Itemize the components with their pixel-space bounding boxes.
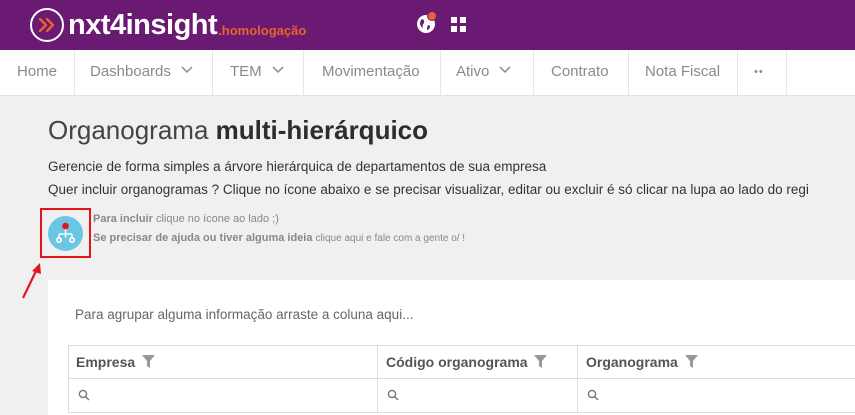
search-icon[interactable] <box>387 389 399 401</box>
nav-nota-fiscal[interactable]: Nota Fiscal <box>645 50 720 96</box>
nav-movimentacao[interactable]: Movimentação <box>322 50 420 96</box>
search-icon[interactable] <box>78 389 90 401</box>
nav-home[interactable]: Home <box>17 50 57 96</box>
column-divider <box>577 345 578 413</box>
main-nav: Home Dashboards TEM Movimentação Ativo C… <box>0 50 855 96</box>
chevron-down-icon <box>272 66 284 74</box>
grid-filter-row <box>68 379 855 413</box>
add-organogram-button[interactable] <box>48 216 83 251</box>
group-panel-hint: Para agrupar alguma informação arraste a… <box>75 307 414 322</box>
org-chart-icon <box>56 222 75 243</box>
filter-icon[interactable] <box>142 355 156 368</box>
page-description: Gerencie de forma simples a árvore hierá… <box>48 159 547 174</box>
chevron-double-right-icon <box>30 8 64 42</box>
notification-badge <box>427 11 437 21</box>
nav-divider <box>440 50 441 96</box>
nav-divider <box>737 50 738 96</box>
nav-divider <box>74 50 75 96</box>
nav-divider <box>628 50 629 96</box>
nav-more[interactable]: •• <box>754 50 764 96</box>
nav-divider <box>212 50 213 96</box>
nav-dashboards[interactable]: Dashboards <box>90 50 193 96</box>
nav-divider <box>303 50 304 96</box>
top-bar: nxt4insight .homologação <box>0 0 855 50</box>
column-header-organograma[interactable]: Organograma <box>586 354 698 370</box>
apps-grid-icon[interactable] <box>451 17 466 32</box>
brand-environment: .homologação <box>218 22 307 38</box>
nav-divider <box>533 50 534 96</box>
nav-ativo[interactable]: Ativo <box>456 50 511 96</box>
search-icon[interactable] <box>587 389 599 401</box>
chevron-down-icon <box>181 66 193 74</box>
filter-icon[interactable] <box>684 355 698 368</box>
help-hint[interactable]: Se precisar de ajuda ou tiver alguma ide… <box>93 232 465 244</box>
brand-logo[interactable]: nxt4insight .homologação <box>30 8 306 42</box>
nav-tem[interactable]: TEM <box>230 50 284 96</box>
column-header-codigo-organograma[interactable]: Código organograma <box>386 354 548 370</box>
nav-contrato[interactable]: Contrato <box>551 50 609 96</box>
chevron-down-icon <box>499 66 511 74</box>
column-divider <box>377 345 378 413</box>
page-instructions: Quer incluir organogramas ? Clique no íc… <box>48 182 809 197</box>
page-title: Organograma multi-hierárquico <box>48 115 429 145</box>
column-header-empresa[interactable]: Empresa <box>76 354 156 370</box>
brand-name: nxt4insight <box>68 9 218 41</box>
nav-divider <box>786 50 787 96</box>
include-hint: Para incluir clique no ícone ao lado ;) <box>93 213 279 225</box>
annotation-arrow <box>22 263 41 299</box>
filter-icon[interactable] <box>534 355 548 368</box>
